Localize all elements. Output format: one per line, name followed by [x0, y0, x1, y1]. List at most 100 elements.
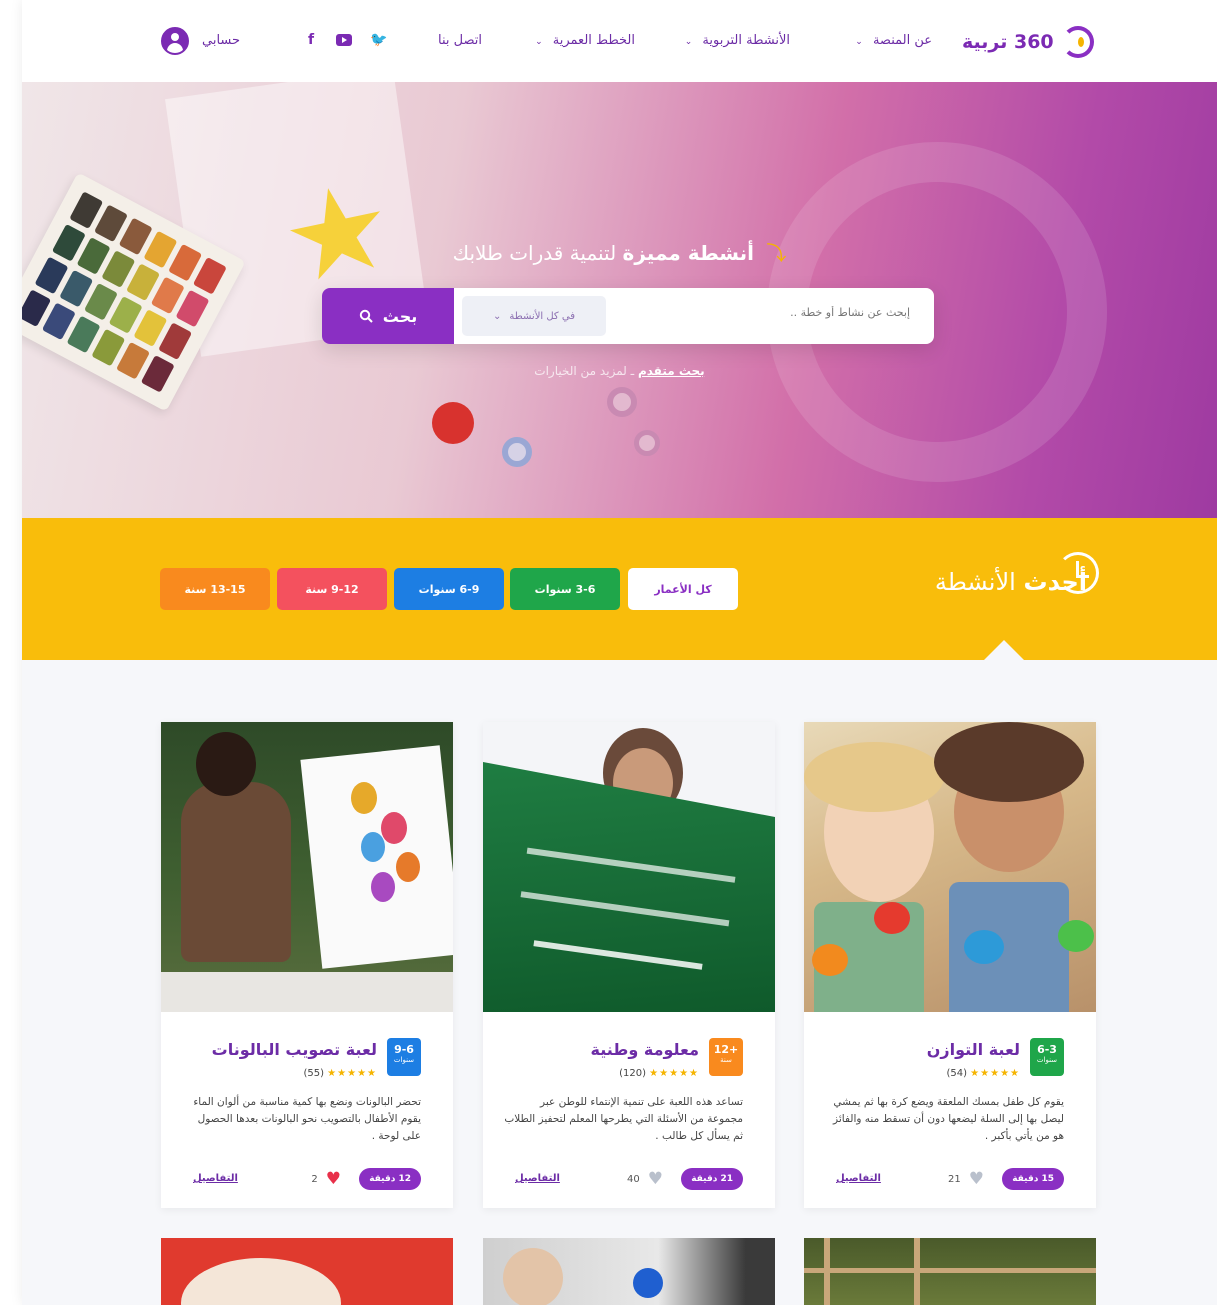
- activity-scope-select[interactable]: في كل الأنشطة ⌄: [462, 296, 606, 336]
- card-description: تساعد هذه اللعبة على تنمية الإنتماء للوط…: [504, 1096, 743, 1142]
- hero-title: ⤵ أنشطة مميزة لتنمية قدرات طلابك: [22, 237, 1217, 266]
- activity-card[interactable]: 6-3 سنوات لعبة التوازن ★★★★★ (54) يقوم كل…: [804, 722, 1096, 1208]
- card-description: يقوم كل طفل بمسك الملعقة ويضع كرة بها ثم…: [833, 1096, 1064, 1142]
- heart-icon[interactable]: ♥: [969, 1171, 984, 1188]
- rating-stars: ★★★★★: [649, 1068, 699, 1079]
- search-bar: في كل الأنشطة ⌄ بحث: [322, 288, 934, 344]
- youtube-icon[interactable]: [336, 32, 352, 48]
- top-navbar: 360 تربية عن المنصة ⌄ الأنشطة التربوية ⌄…: [22, 0, 1217, 82]
- activity-card[interactable]: 9-6 سنوات لعبة تصويب البالونات ★★★★★ (55)…: [161, 722, 453, 1208]
- paint-cap-pink-2: [634, 430, 660, 456]
- advanced-search-row: بحث متقدم ـ لمزيد من الخيارات: [22, 364, 1217, 378]
- filter-age-9-12[interactable]: 9-12 سنة: [277, 568, 387, 610]
- section-title: أحدث الأنشطة: [935, 568, 1087, 596]
- card-footer: 15 دقيقة ♥ 21 التفاصيل: [836, 1168, 1064, 1192]
- nav-item-activities[interactable]: الأنشطة التربوية ⌄: [685, 33, 790, 48]
- account-label: حسابي: [202, 33, 241, 48]
- card-body: 9-6 سنوات لعبة تصويب البالونات ★★★★★ (55)…: [161, 1012, 453, 1208]
- rating-count: (120): [619, 1068, 646, 1079]
- paint-cap-blue: [502, 437, 532, 467]
- nav-item-label: الخطط العمرية: [552, 33, 635, 48]
- nav-item-label: اتصل بنا: [438, 33, 482, 48]
- rating-count: (54): [946, 1068, 967, 1079]
- filter-age-13-15[interactable]: 13-15 سنة: [160, 568, 270, 610]
- like-count: 40: [627, 1174, 640, 1185]
- hero-title-bold: أنشطة مميزة: [622, 241, 755, 265]
- activity-card[interactable]: +12 سنة معلومة وطنية ★★★★★ (120) تساعد هذ…: [483, 722, 775, 1208]
- activity-image: [483, 722, 775, 1012]
- card-title[interactable]: لعبة التوازن: [927, 1040, 1020, 1059]
- age-badge: 6-3 سنوات: [1030, 1038, 1064, 1076]
- likes: ♥ 40: [627, 1171, 663, 1188]
- curved-arrow-icon: ⤵: [766, 241, 787, 265]
- rating-count: (55): [303, 1068, 324, 1079]
- activity-card-partial[interactable]: [804, 1238, 1096, 1305]
- filter-all-ages[interactable]: كل الأعمار: [628, 568, 738, 610]
- hero-banner: ★ ⤵ أنشطة مميزة لتنمية قدرات طلابك في كل…: [22, 82, 1217, 518]
- nav-item-contact[interactable]: اتصل بنا: [438, 33, 482, 48]
- card-description: تحضر البالونات ونضع بها كمية مناسبة من أ…: [193, 1096, 421, 1142]
- activity-image: [161, 722, 453, 1012]
- section-title-rest: الأنشطة: [934, 568, 1016, 596]
- age-badge: 9-6 سنوات: [387, 1038, 421, 1076]
- card-body: 6-3 سنوات لعبة التوازن ★★★★★ (54) يقوم كل…: [804, 1012, 1096, 1208]
- card-title[interactable]: لعبة تصويب البالونات: [212, 1040, 377, 1059]
- nav-item-age-plans[interactable]: الخطط العمرية ⌄: [535, 33, 635, 48]
- facebook-icon[interactable]: f: [308, 32, 314, 48]
- search-button[interactable]: بحث: [322, 288, 454, 344]
- details-link[interactable]: التفاصيل: [193, 1173, 238, 1184]
- page: 360 تربية عن المنصة ⌄ الأنشطة التربوية ⌄…: [0, 0, 1217, 1305]
- twitter-icon[interactable]: 🐦: [370, 32, 387, 48]
- search-input[interactable]: [610, 306, 910, 319]
- heart-icon[interactable]: ♥: [648, 1171, 663, 1188]
- card-footer: 21 دقيقة ♥ 40 التفاصيل: [515, 1168, 743, 1192]
- duration-pill: 15 دقيقة: [1002, 1168, 1064, 1190]
- rating-stars: ★★★★★: [327, 1068, 377, 1079]
- site-frame: 360 تربية عن المنصة ⌄ الأنشطة التربوية ⌄…: [22, 0, 1217, 1305]
- age-badge: +12 سنة: [709, 1038, 743, 1076]
- filter-age-6-9[interactable]: 6-9 سنوات: [394, 568, 504, 610]
- paint-cap-pink: [607, 387, 637, 417]
- nav-item-about[interactable]: عن المنصة ⌄: [855, 33, 932, 48]
- latest-activities-bar: أحدث الأنشطة كل الأعمار 3-6 سنوات 6-9 سن…: [22, 518, 1217, 660]
- duration-pill: 21 دقيقة: [681, 1168, 743, 1190]
- card-rating: ★★★★★ (54): [946, 1068, 1020, 1079]
- duration-pill: 12 دقيقة: [359, 1168, 421, 1190]
- account-link[interactable]: حسابي: [202, 33, 240, 48]
- likes: ♥ 2: [311, 1171, 341, 1188]
- select-value: في كل الأنشطة: [509, 310, 575, 322]
- logo-mark-icon: [1061, 26, 1094, 58]
- card-body: +12 سنة معلومة وطنية ★★★★★ (120) تساعد هذ…: [483, 1012, 775, 1208]
- logo-text: 360 تربية: [962, 31, 1054, 53]
- filter-age-3-6[interactable]: 3-6 سنوات: [510, 568, 620, 610]
- logo[interactable]: 360 تربية: [962, 26, 1094, 58]
- chevron-down-icon: ⌄: [535, 37, 543, 47]
- search-icon: [359, 309, 373, 323]
- card-title[interactable]: معلومة وطنية: [591, 1040, 699, 1059]
- nav-item-label: عن المنصة: [872, 33, 932, 48]
- advanced-search-hint: ـ لمزيد من الخيارات: [534, 364, 635, 378]
- rating-stars: ★★★★★: [970, 1068, 1020, 1079]
- activity-image: [804, 722, 1096, 1012]
- card-rating: ★★★★★ (120): [619, 1068, 699, 1079]
- section-title-bold: أحدث: [1023, 568, 1087, 596]
- activity-card-partial[interactable]: [483, 1238, 775, 1305]
- details-link[interactable]: التفاصيل: [515, 1173, 560, 1184]
- chevron-down-icon: ⌄: [684, 37, 693, 47]
- advanced-search-link[interactable]: بحث متقدم: [638, 364, 705, 378]
- user-avatar-icon[interactable]: [161, 27, 189, 55]
- chevron-down-icon: ⌄: [855, 37, 863, 47]
- activity-card-partial[interactable]: [161, 1238, 453, 1305]
- heart-icon[interactable]: ♥: [326, 1171, 341, 1188]
- like-count: 2: [311, 1174, 318, 1185]
- card-footer: 12 دقيقة ♥ 2 التفاصيل: [193, 1168, 421, 1192]
- paint-cap-red: [432, 402, 474, 444]
- search-button-label: بحث: [382, 306, 418, 326]
- card-rating: ★★★★★ (55): [303, 1068, 377, 1079]
- chevron-down-icon: ⌄: [493, 310, 502, 322]
- like-count: 21: [948, 1174, 961, 1185]
- section-notch: [984, 640, 1024, 660]
- details-link[interactable]: التفاصيل: [836, 1173, 881, 1184]
- nav-item-label: الأنشطة التربوية: [702, 33, 790, 48]
- likes: ♥ 21: [948, 1171, 984, 1188]
